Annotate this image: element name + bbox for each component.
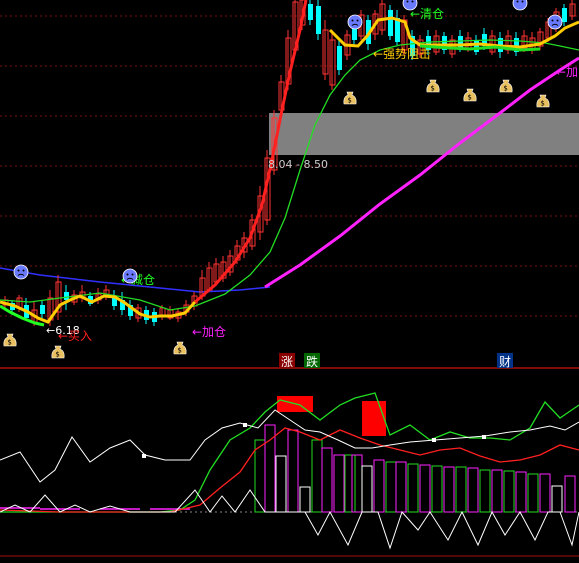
candle-body <box>388 10 393 36</box>
clear-position-label: ←清仓 <box>410 7 444 21</box>
buy-label: ←买入 <box>58 329 92 343</box>
indicator-marker-square <box>142 454 146 458</box>
candle-body <box>308 4 313 20</box>
fall-marker: 跌 <box>304 353 320 369</box>
sad-face-icon <box>347 14 363 30</box>
stock-chart: 8.04 - 8.50 ←清仓 ←强势阻击 ←加 ←减仓 ←6.18 ←买入 ←… <box>0 0 579 559</box>
svg-text:$: $ <box>347 97 351 105</box>
svg-text:$: $ <box>540 100 544 108</box>
sad-face-icon <box>13 264 29 280</box>
candle-body <box>316 6 321 34</box>
candle-body <box>337 46 342 70</box>
candle-body <box>64 292 69 300</box>
svg-text:$: $ <box>7 339 11 347</box>
sad-face-icon <box>402 0 418 11</box>
indicator-marker-square <box>482 435 486 439</box>
strong-resistance-label: ←强势阻击 <box>373 47 431 61</box>
svg-text:跌: 跌 <box>306 354 318 369</box>
add-position-label: ←加仓 <box>192 325 226 339</box>
candle-body <box>562 8 567 22</box>
sad-face-icon <box>547 14 563 30</box>
sad-face-icon <box>512 0 528 11</box>
sad-face-icon <box>122 268 138 284</box>
svg-text:$: $ <box>177 347 181 355</box>
indicator-marker-square <box>243 423 247 427</box>
price-range-band <box>269 113 579 155</box>
price-range-label: 8.04 - 8.50 <box>268 158 328 171</box>
svg-text:财: 财 <box>499 355 511 369</box>
rise-marker: 涨 <box>279 353 295 369</box>
svg-text:$: $ <box>503 85 507 93</box>
finance-marker: 财 <box>497 353 513 369</box>
svg-text:涨: 涨 <box>281 354 293 369</box>
svg-text:$: $ <box>430 85 434 93</box>
svg-text:$: $ <box>467 94 471 102</box>
chart-svg: 8.04 - 8.50 ←清仓 ←强势阻击 ←加 ←减仓 ←6.18 ←买入 ←… <box>0 0 579 559</box>
candle-body <box>40 305 45 314</box>
svg-text:$: $ <box>55 351 59 359</box>
indicator-marker-square <box>432 438 436 442</box>
indicator-red-block <box>362 401 386 436</box>
add-position-top-label: ←加 <box>556 65 578 79</box>
candle-body <box>474 40 479 52</box>
